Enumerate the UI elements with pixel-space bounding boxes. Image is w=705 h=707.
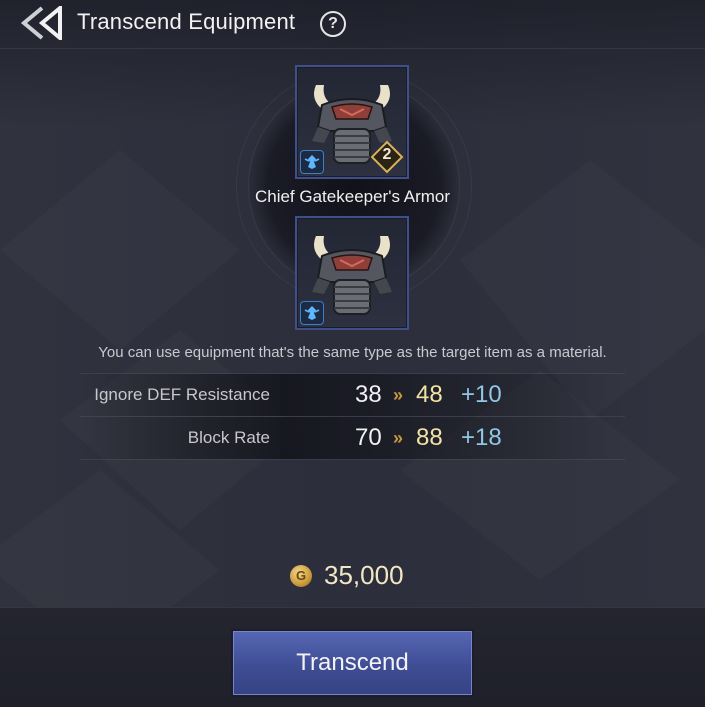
coin-letter: G (295, 568, 307, 583)
material-hint-text: You can use equipment that's the same ty… (98, 344, 607, 361)
page-title: Transcend Equipment (77, 9, 296, 34)
stat-row: Block Rate 70 » 88 +18 (80, 417, 625, 460)
item-name: Chief Gatekeeper's Armor (254, 187, 451, 206)
stat-diff-value: +18 (461, 424, 502, 451)
stat-row: Ignore DEF Resistance 38 » 48 +10 (80, 373, 625, 417)
stat-old-value: 70 (355, 424, 382, 451)
transcend-button[interactable]: Transcend (233, 631, 472, 695)
stat-new-value: 88 (416, 424, 443, 451)
stat-new-value: 48 (416, 381, 443, 408)
header-bar: Transcend Equipment ? (0, 0, 705, 49)
class-emblem-icon (300, 150, 324, 174)
stat-old-value: 38 (355, 381, 382, 408)
material-equipment-slot[interactable] (295, 216, 409, 330)
level-value: 2 (382, 146, 392, 163)
stat-values: 70 » 88 +18 (280, 417, 625, 459)
class-emblem-icon (300, 301, 324, 325)
double-chevron-left-icon[interactable] (20, 6, 66, 40)
stat-diff-value: +10 (461, 381, 502, 408)
stat-label: Block Rate (80, 417, 280, 459)
cost-value: 35,000 (324, 560, 404, 590)
double-arrow-right-icon: » (393, 385, 403, 405)
gold-coin-icon: G (290, 565, 312, 587)
double-arrow-right-icon: » (393, 428, 403, 448)
stat-comparison-table: Ignore DEF Resistance 38 » 48 +10 Block … (80, 373, 625, 460)
target-equipment-slot[interactable]: 2 (295, 65, 409, 179)
stat-values: 38 » 48 +10 (280, 374, 625, 416)
level-badge: 2 (370, 140, 404, 174)
transcend-button-label: Transcend (296, 649, 409, 676)
question-icon[interactable]: ? (320, 11, 346, 37)
stat-label: Ignore DEF Resistance (80, 374, 280, 416)
